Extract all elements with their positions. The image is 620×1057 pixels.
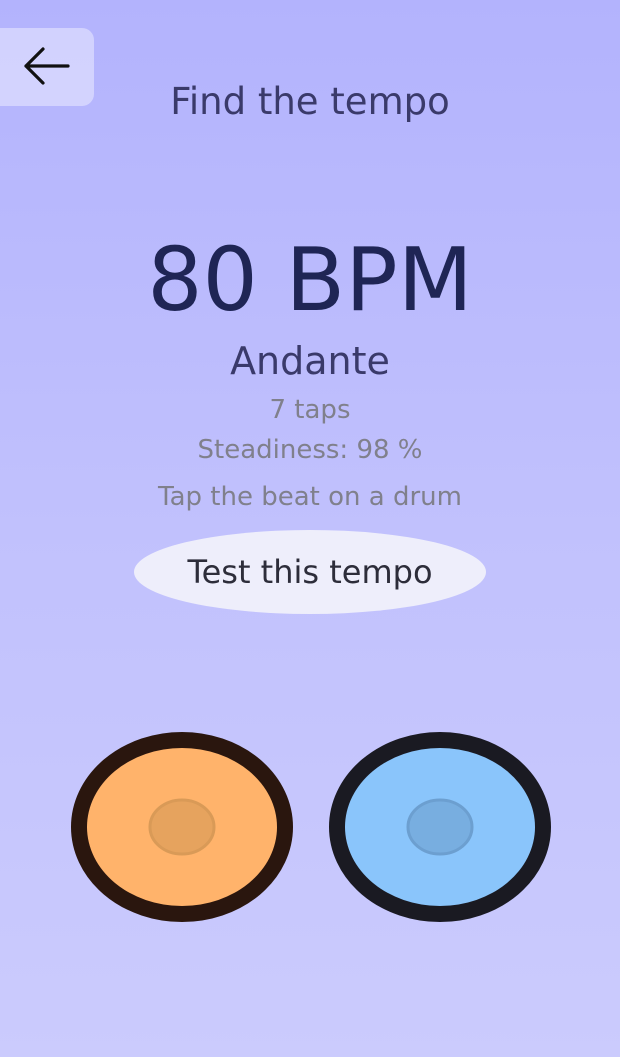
page-title: Find the tempo bbox=[170, 80, 450, 123]
tempo-name: Andante bbox=[230, 339, 390, 383]
instruction-hint: Tap the beat on a drum bbox=[158, 482, 462, 512]
test-tempo-button[interactable]: Test this tempo bbox=[134, 530, 486, 614]
tap-count: 7 taps bbox=[269, 395, 351, 425]
drum-left-center bbox=[148, 798, 216, 856]
drum-right[interactable] bbox=[328, 731, 552, 923]
steadiness-readout: Steadiness: 98 % bbox=[197, 435, 423, 465]
drum-left[interactable] bbox=[70, 731, 294, 923]
drum-right-center bbox=[406, 798, 474, 856]
bpm-readout: 80 BPM bbox=[147, 229, 473, 331]
